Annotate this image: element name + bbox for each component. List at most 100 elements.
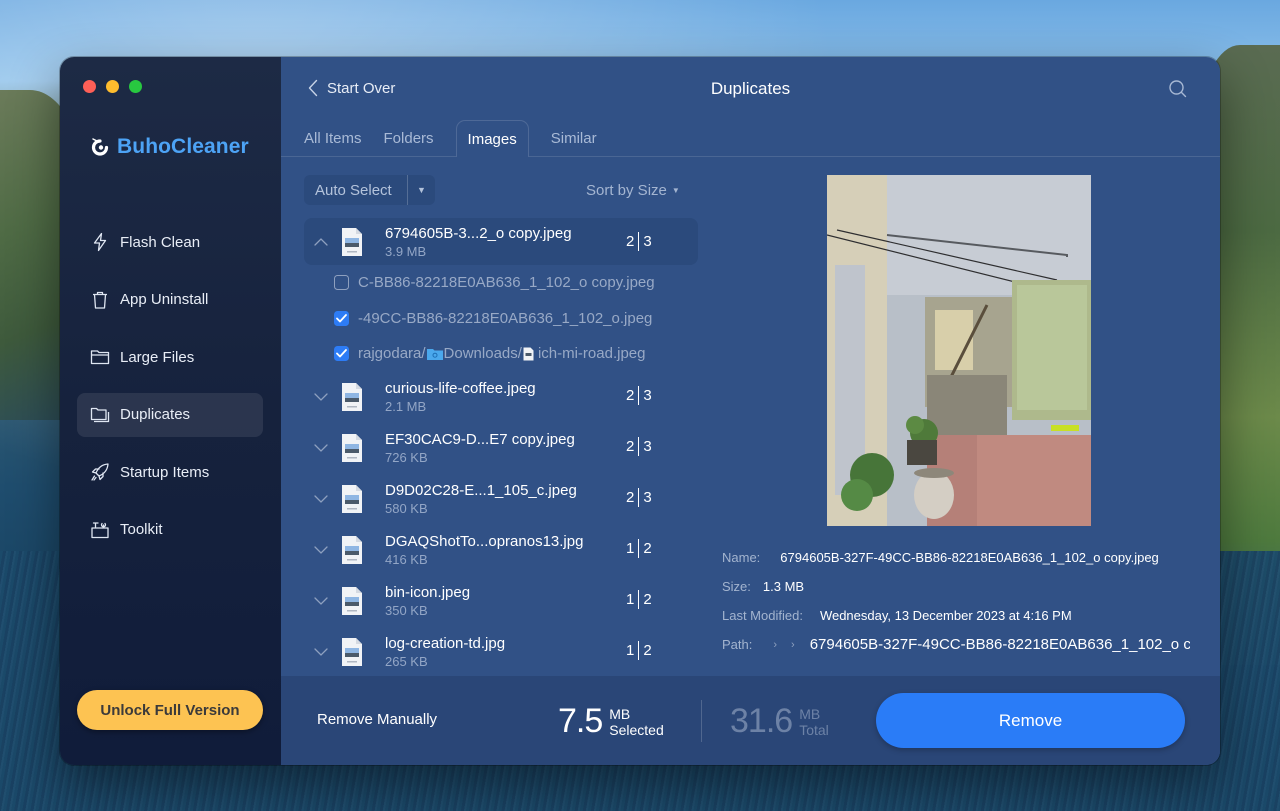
jpeg-file-icon — [342, 383, 362, 411]
tab-similar[interactable]: Similar — [540, 120, 608, 157]
chevron-down-icon[interactable] — [304, 443, 338, 453]
auto-select-dropdown[interactable]: Auto Select ▼ — [304, 175, 435, 205]
group-file-name: EF30CAC9-D...E7 copy.jpeg — [385, 431, 575, 448]
sidebar-item-flash-clean[interactable]: Flash Clean — [77, 220, 263, 264]
chevron-right-icon: › — [773, 638, 778, 651]
sidebar: BuhoCleaner Flash Clean App Uninstall La… — [60, 57, 281, 765]
sidebar-item-large-files[interactable]: Large Files — [77, 335, 263, 379]
window-controls — [83, 80, 142, 93]
chevron-down-icon[interactable] — [304, 596, 338, 606]
caret-down-icon: ▼ — [671, 186, 680, 195]
folder-icon — [90, 347, 110, 367]
sidebar-item-toolkit[interactable]: Toolkit — [77, 508, 263, 552]
footer-bar: Remove Manually 7.5 MB Selected 31.6 MB … — [281, 676, 1220, 765]
trash-icon — [90, 290, 110, 310]
total-count: 3 — [643, 233, 652, 250]
sidebar-item-startup-items[interactable]: Startup Items — [77, 450, 263, 494]
detail-size-row: Size: 1.3 MB — [722, 572, 1202, 601]
sidebar-item-app-uninstall[interactable]: App Uninstall — [77, 278, 263, 322]
remove-button[interactable]: Remove — [876, 693, 1185, 748]
duplicate-group[interactable]: 6794605B-3...2_o copy.jpeg 3.9 MB 23 — [304, 218, 698, 265]
detail-path-row: Path: › › 6794605B-327F-49CC-BB86-82218E… — [722, 630, 1202, 659]
group-file-size: 416 KB — [385, 552, 428, 567]
downloads-folder-icon — [426, 348, 443, 360]
group-selection-count: 12 — [626, 640, 652, 660]
app-window: BuhoCleaner Flash Clean App Uninstall La… — [60, 57, 1220, 765]
group-file-name: curious-life-coffee.jpeg — [385, 380, 536, 397]
chevron-down-icon[interactable] — [304, 392, 338, 402]
duplicate-file-row[interactable]: rajgodara/ Downloads/ ich-mi-road.jpeg — [304, 336, 698, 372]
file-checkbox[interactable] — [334, 275, 349, 291]
footer-divider — [701, 700, 702, 742]
detail-name-row: Name: 6794605B-327F-49CC-BB86-82218E0AB6… — [722, 543, 1202, 572]
chevron-down-icon[interactable] — [304, 494, 338, 504]
sidebar-item-label: Duplicates — [120, 406, 191, 423]
jpeg-file-icon — [342, 434, 362, 462]
group-file-name: log-creation-td.jpg — [385, 635, 506, 652]
jpeg-file-icon — [342, 536, 362, 564]
duplicate-group[interactable]: D9D02C28-E...1_105_c.jpeg 580 KB 23 — [304, 474, 698, 525]
jpeg-file-icon — [342, 587, 362, 615]
jpeg-file-icon — [342, 227, 362, 256]
selected-count: 1 — [626, 641, 635, 659]
zoom-window-button[interactable] — [129, 80, 142, 93]
sidebar-nav: Flash Clean App Uninstall Large Files Du… — [77, 220, 263, 565]
unlock-full-version-button[interactable]: Unlock Full Version — [77, 690, 263, 730]
file-checkbox[interactable] — [334, 346, 349, 362]
duplicate-list: 6794605B-3...2_o copy.jpeg 3.9 MB 23 C-B… — [304, 218, 698, 675]
group-file-name: bin-icon.jpeg — [385, 584, 471, 601]
group-file-size: 580 KB — [385, 501, 428, 516]
chevron-down-icon[interactable] — [304, 545, 338, 555]
detail-modified-value: Wednesday, 13 December 2023 at 4:16 PM — [819, 608, 1072, 623]
file-details: Name: 6794605B-327F-49CC-BB86-82218E0AB6… — [722, 543, 1202, 659]
sort-by-label: Sort by Size — [586, 182, 667, 199]
main-panel: Start Over Duplicates All Items Folders … — [281, 57, 1220, 765]
group-selection-count: 23 — [626, 436, 652, 456]
group-file-size: 350 KB — [385, 603, 428, 618]
duplicate-file-row[interactable]: C-BB86-82218E0AB636_1_102_o copy.jpeg — [304, 265, 698, 301]
duplicate-folders-icon — [90, 405, 110, 425]
tab-images[interactable]: Images — [455, 120, 529, 157]
chevron-down-icon[interactable] — [304, 647, 338, 657]
jpeg-file-icon — [342, 638, 362, 666]
selected-count: 2 — [626, 386, 635, 404]
minimize-window-button[interactable] — [106, 80, 119, 93]
duplicate-group[interactable]: curious-life-coffee.jpeg 2.1 MB 23 — [304, 372, 698, 423]
jpeg-file-icon — [523, 347, 534, 361]
sidebar-item-duplicates[interactable]: Duplicates — [77, 392, 263, 437]
tab-all-items[interactable]: All Items — [293, 120, 373, 157]
detail-size-label: Size: — [722, 579, 751, 594]
detail-name-label: Name: — [722, 550, 761, 565]
search-icon[interactable] — [1168, 79, 1188, 99]
category-tabs: All Items Folders Images Similar — [293, 120, 608, 157]
duplicate-group[interactable]: EF30CAC9-D...E7 copy.jpeg 726 KB 23 — [304, 423, 698, 474]
duplicate-file-row[interactable]: -49CC-BB86-82218E0AB636_1_102_o.jpeg — [304, 301, 698, 337]
detail-name-value: 6794605B-327F-49CC-BB86-82218E0AB636_1_1… — [780, 550, 1159, 565]
duplicate-group[interactable]: bin-icon.jpeg 350 KB 12 — [304, 576, 698, 627]
sidebar-item-label: Large Files — [120, 348, 195, 366]
group-selection-count: 23 — [626, 232, 652, 251]
selected-size-label: Selected — [609, 721, 664, 738]
chevron-up-icon[interactable] — [304, 237, 338, 246]
remove-manually-button[interactable]: Remove Manually — [317, 711, 437, 728]
sort-by-dropdown[interactable]: Sort by Size ▼ — [586, 182, 680, 199]
auto-select-label: Auto Select — [315, 181, 392, 199]
close-window-button[interactable] — [83, 80, 96, 93]
selected-size-unit: MB — [609, 705, 631, 722]
caret-down-icon[interactable]: ▼ — [408, 185, 435, 195]
path-breadcrumb[interactable]: › › 6794605B-327F-49CC-BB86-82218E0AB636… — [766, 636, 1190, 653]
selected-size-value: 7.5 — [558, 702, 603, 740]
app-name: BuhoCleaner — [117, 135, 249, 158]
total-count: 2 — [643, 539, 652, 557]
total-count: 2 — [643, 590, 652, 608]
duplicate-group[interactable]: log-creation-td.jpg 265 KB 12 — [304, 627, 698, 676]
file-checkbox[interactable] — [334, 310, 349, 326]
detail-path-label: Path: — [722, 637, 753, 652]
sidebar-item-label: Startup Items — [120, 463, 210, 481]
selected-count: 2 — [626, 233, 635, 250]
selected-count: 1 — [626, 590, 635, 608]
path-prefix: rajgodara/ — [358, 345, 426, 363]
duplicate-group[interactable]: DGAQShotTo...opranos13.jpg 416 KB 12 — [304, 525, 698, 576]
group-file-name: 6794605B-3...2_o copy.jpeg — [385, 224, 572, 242]
tab-folders[interactable]: Folders — [373, 120, 445, 157]
